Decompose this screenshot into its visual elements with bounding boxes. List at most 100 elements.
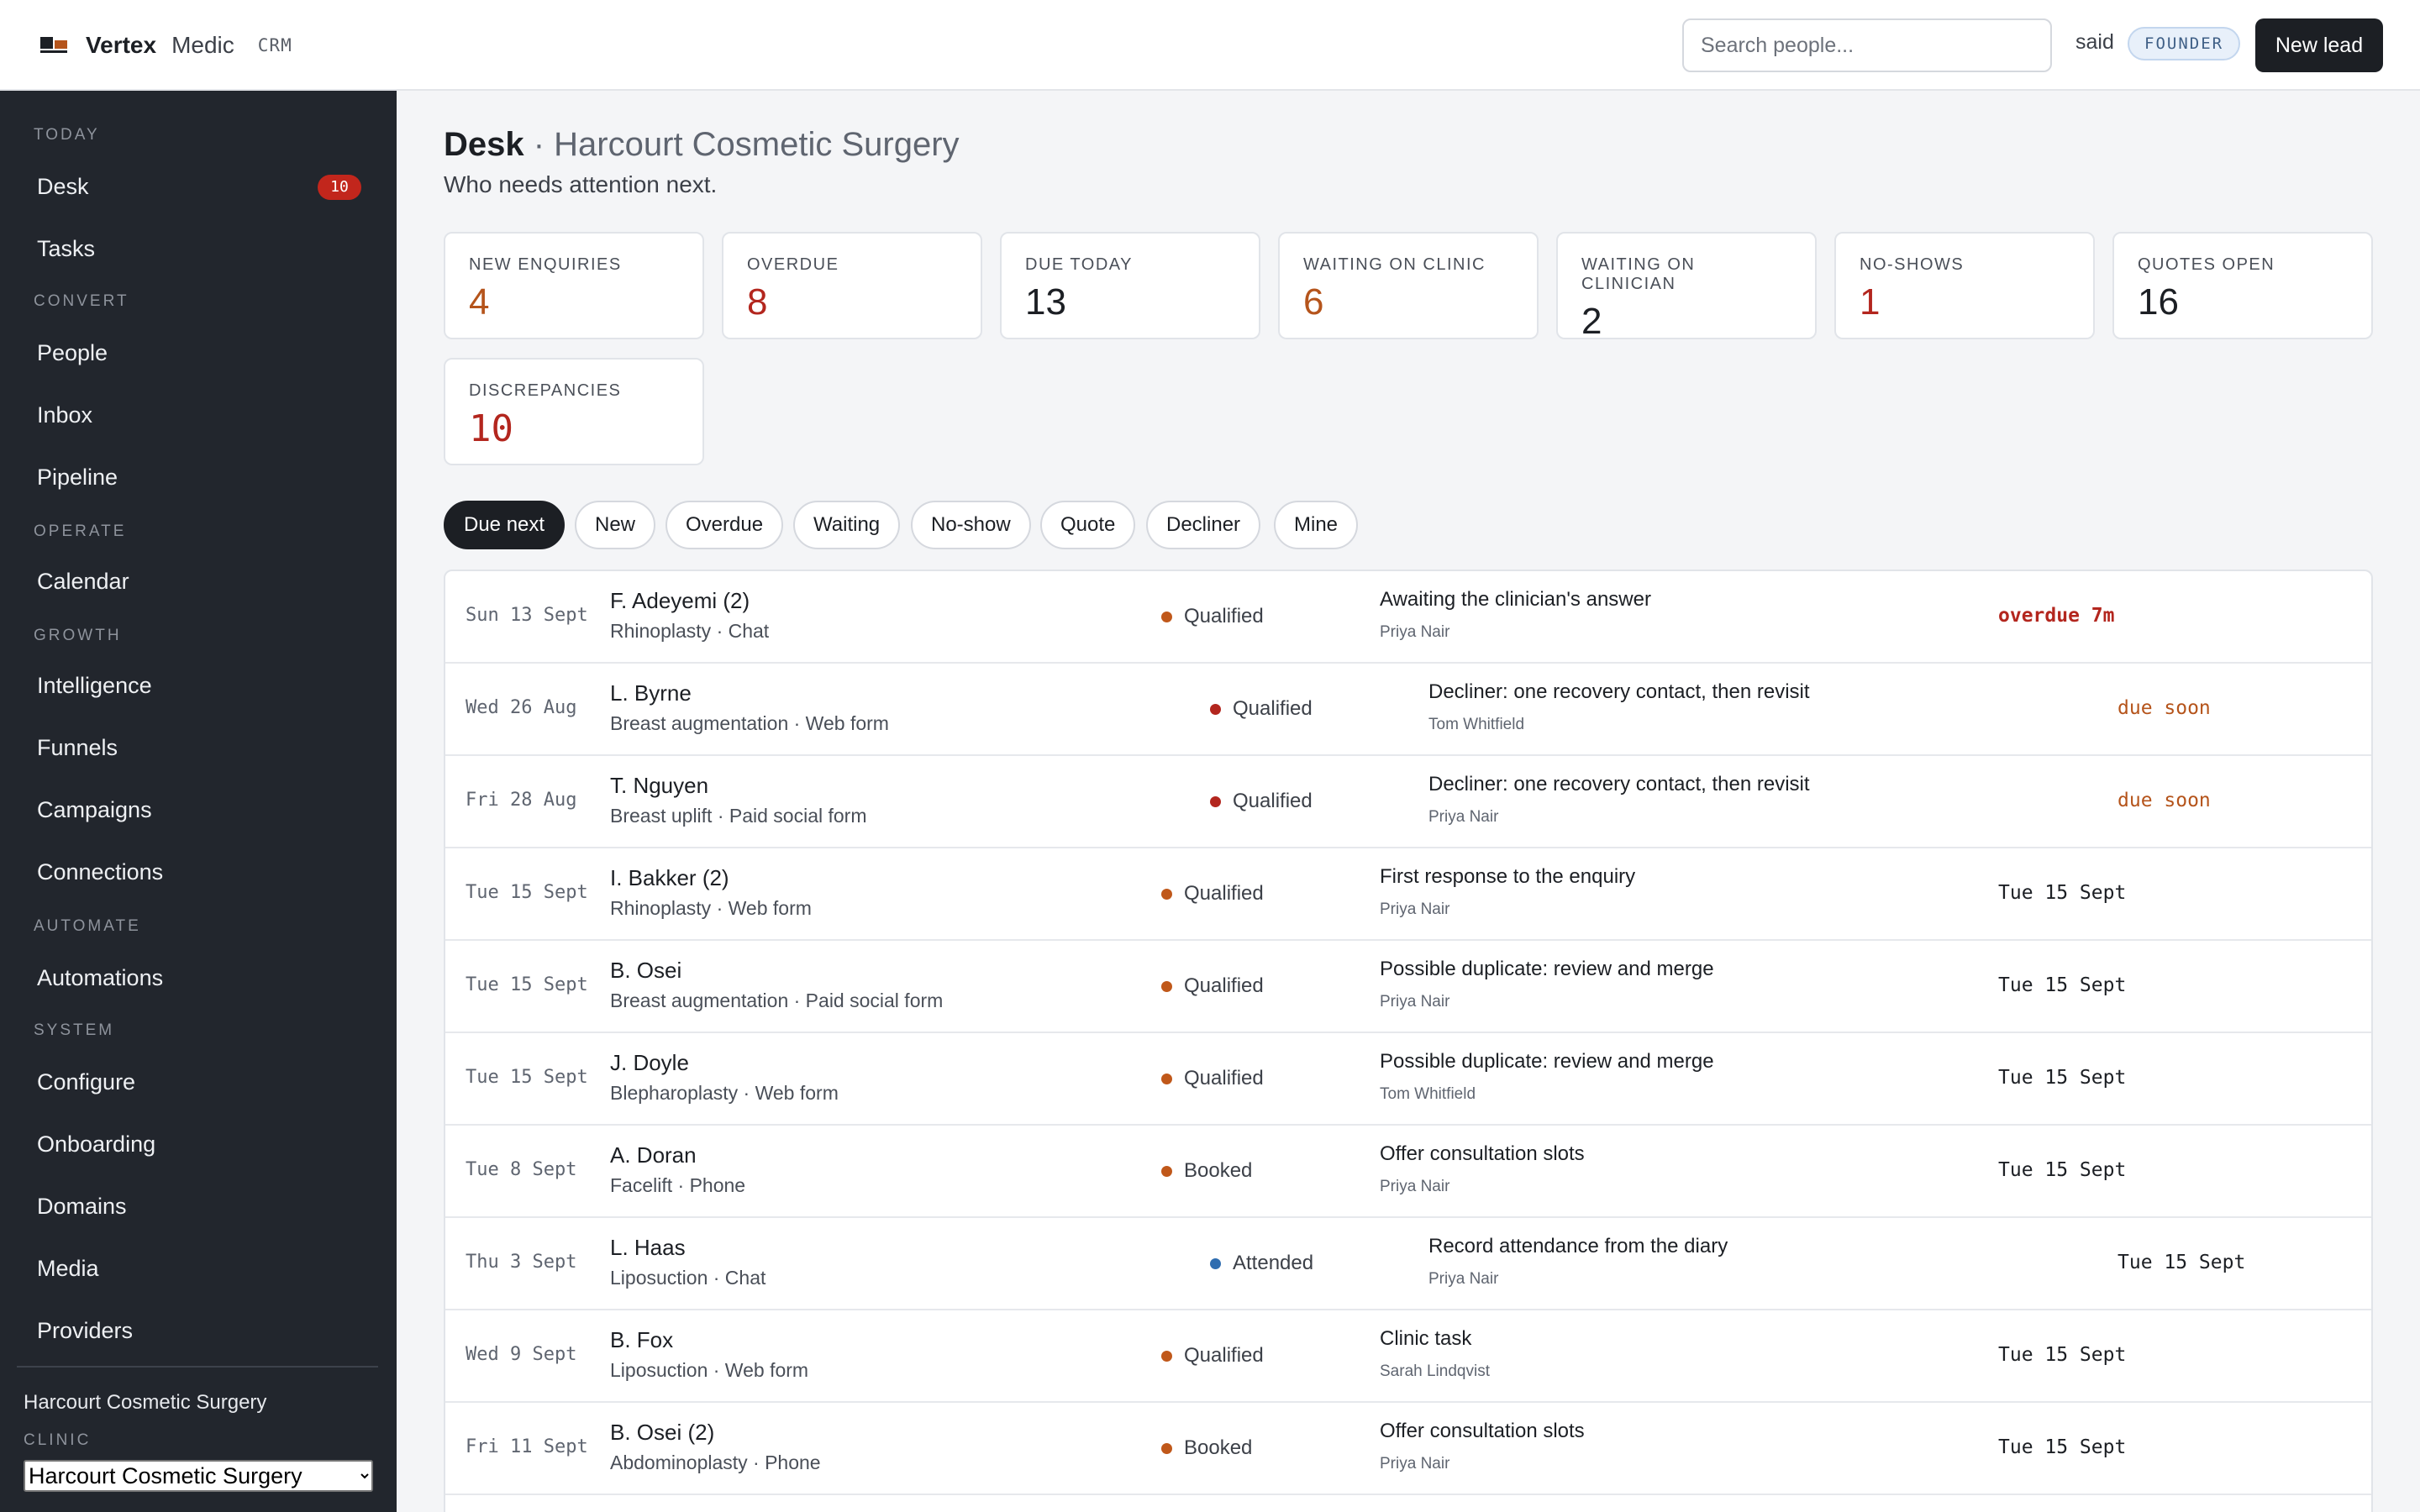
row-person-name[interactable]: A. Doran	[610, 1142, 697, 1168]
page-title-clinic: Harcourt Cosmetic Surgery	[554, 126, 960, 163]
filter-new[interactable]: New	[575, 501, 656, 549]
row-stage: Qualified	[1161, 882, 1264, 906]
table-row[interactable]: Wed 26 Aug L. Byrne Breast augmentation · …	[445, 664, 2371, 756]
sidebar-item-configure[interactable]: Configure	[17, 1055, 380, 1109]
row-owner: Priya Nair	[1428, 808, 1499, 826]
clinic-label: CLINIC	[24, 1431, 92, 1449]
filter-overdue[interactable]: Overdue	[666, 501, 784, 549]
sidebar-clinic-name: Harcourt Cosmetic Surgery	[24, 1391, 267, 1414]
filter-waiting[interactable]: Waiting	[793, 501, 901, 549]
sidebar-item-inbox[interactable]: Inbox	[17, 388, 380, 442]
row-person-name[interactable]: T. Nguyen	[610, 773, 708, 799]
row-date: Fri 11 Sept	[466, 1436, 588, 1457]
row-due: Tue 15 Sept	[1998, 882, 2127, 904]
row-stage-label: Booked	[1184, 1159, 1253, 1182]
row-procedure-source: Liposuction · Web form	[610, 1359, 809, 1381]
sidebar-item-connections[interactable]: Connections	[17, 845, 380, 899]
sidebar-item-tasks[interactable]: Tasks	[17, 222, 380, 276]
row-stage: Qualified	[1161, 1344, 1264, 1368]
row-due: Tue 15 Sept	[1998, 1436, 2127, 1458]
table-row[interactable]: Sun 13 Sept F. Adeyemi (2) Rhinoplasty · C…	[445, 571, 2371, 664]
nav-group-automate: AUTOMATE	[34, 917, 141, 935]
sidebar-item-onboarding[interactable]: Onboarding	[17, 1117, 380, 1171]
sidebar-item-domains[interactable]: Domains	[17, 1179, 380, 1233]
row-person-name[interactable]: B. Fox	[610, 1327, 673, 1353]
row-procedure-source: Abdominoplasty · Phone	[610, 1452, 821, 1473]
row-due: Tue 15 Sept	[2118, 1252, 2246, 1273]
sidebar-item-intelligence[interactable]: Intelligence	[17, 659, 380, 712]
filter-mine[interactable]: Mine	[1274, 501, 1359, 549]
stat-waiting-on-clinic[interactable]: WAITING ON CLINIC 6	[1278, 232, 1539, 339]
filter-decliner[interactable]: Decliner	[1146, 501, 1261, 549]
top-bar: Vertex Medic CRM said FOUNDER New lead	[0, 0, 2420, 91]
row-person-name[interactable]: I. Bakker (2)	[610, 865, 729, 891]
new-lead-button[interactable]: New lead	[2255, 18, 2383, 72]
row-task: Record attendance from the diary	[1428, 1235, 1728, 1257]
table-row[interactable]: Tue 8 Sept A. Doran Facelift · Phone Booked…	[445, 1126, 2371, 1218]
row-person-name[interactable]: F. Adeyemi (2)	[610, 588, 750, 614]
row-date: Tue 15 Sept	[466, 1067, 588, 1088]
stat-value: 13	[1025, 281, 1066, 323]
row-due: Tue 15 Sept	[1998, 974, 2127, 996]
row-person-name[interactable]: B. Osei	[610, 958, 681, 984]
row-person-name[interactable]: B. Osei (2)	[610, 1420, 714, 1446]
filter-due-next[interactable]: Due next	[444, 501, 566, 549]
stat-due-today[interactable]: DUE TODAY 13	[1000, 232, 1260, 339]
stat-label: QUOTES OPEN	[2138, 255, 2275, 274]
row-owner: Priya Nair	[1428, 1270, 1499, 1288]
brand[interactable]: Vertex Medic CRM	[40, 27, 292, 64]
row-owner: Priya Nair	[1380, 1178, 1450, 1195]
sidebar-item-desk[interactable]: Desk 10	[17, 160, 380, 213]
stat-label: WAITING ON CLINIC	[1303, 255, 1486, 274]
row-person-name[interactable]: J. Doyle	[610, 1050, 689, 1076]
table-row[interactable]: Fri 11 Sept B. Osei (2) Abdominoplasty · P…	[445, 1403, 2371, 1495]
row-stage-label: Qualified	[1184, 1344, 1264, 1367]
stat-overdue[interactable]: OVERDUE 8	[722, 232, 982, 339]
row-task: Awaiting the clinician's answer	[1380, 588, 1651, 611]
stat-waiting-on-clinician[interactable]: WAITING ON CLINICIAN 2	[1556, 232, 1817, 342]
sidebar-item-pipeline[interactable]: Pipeline	[17, 450, 380, 504]
sidebar-item-campaigns[interactable]: Campaigns	[17, 783, 380, 837]
sidebar-item-media[interactable]: Media	[17, 1242, 380, 1295]
row-owner: Priya Nair	[1380, 993, 1450, 1011]
stat-no-shows[interactable]: NO-SHOWS 1	[1834, 232, 2095, 339]
stat-value: 1	[1860, 281, 1881, 323]
stat-new-enquiries[interactable]: NEW ENQUIRIES 4	[444, 232, 704, 339]
row-person-name[interactable]: L. Byrne	[610, 680, 692, 706]
row-stage: Attended	[1210, 1252, 1313, 1275]
nav-group-system: SYSTEM	[34, 1021, 115, 1039]
table-row[interactable]: Tue 15 Sept J. Doyle Blepharoplasty · Web …	[445, 1033, 2371, 1126]
filter-quote[interactable]: Quote	[1040, 501, 1136, 549]
sidebar-item-automations[interactable]: Automations	[17, 951, 380, 1005]
stat-discrepancies[interactable]: DISCREPANCIES 10	[444, 358, 704, 465]
table-row[interactable]: Tue 15 Sept B. Osei Breast augmentation · …	[445, 941, 2371, 1033]
nav-group-operate: OPERATE	[34, 522, 127, 540]
row-owner: Priya Nair	[1380, 1455, 1450, 1473]
sidebar-item-funnels[interactable]: Funnels	[17, 721, 380, 774]
stage-dot-icon	[1161, 1073, 1172, 1084]
row-date: Sun 13 Sept	[466, 605, 588, 626]
user-name: said	[2075, 30, 2114, 54]
row-stage: Booked	[1161, 1436, 1252, 1460]
search-input[interactable]	[1682, 18, 2052, 72]
page-title-main: Desk	[444, 126, 524, 163]
row-person-name[interactable]: L. Haas	[610, 1235, 686, 1261]
filter-no-show[interactable]: No-show	[911, 501, 1031, 549]
row-procedure-source: Facelift · Phone	[610, 1174, 746, 1196]
table-row[interactable]: Thu 3 Sept L. Haas Liposuction · Chat Atten…	[445, 1218, 2371, 1310]
table-row[interactable]: Tue 15 Sept I. Bakker (2) Rhinoplasty · We…	[445, 848, 2371, 941]
row-procedure-source: Breast augmentation · Web form	[610, 712, 889, 734]
sidebar: TODAY Desk 10 Tasks CONVERT People Inbox…	[0, 91, 397, 1512]
sidebar-item-people[interactable]: People	[17, 326, 380, 380]
table-row[interactable]: Fri 28 Aug T. Nguyen Breast uplift · Paid …	[445, 756, 2371, 848]
stat-value: 4	[469, 281, 490, 323]
sidebar-item-calendar[interactable]: Calendar	[17, 554, 380, 608]
sidebar-item-providers[interactable]: Providers	[17, 1304, 380, 1357]
clinic-select[interactable]: Harcourt Cosmetic Surgery	[24, 1460, 373, 1492]
stat-quotes-open[interactable]: QUOTES OPEN 16	[2112, 232, 2373, 339]
table-row[interactable]: Wed 9 Sept B. Fox Liposuction · Web form Qu…	[445, 1310, 2371, 1403]
stat-label: NO-SHOWS	[1860, 255, 1965, 274]
stat-value: 6	[1303, 281, 1324, 323]
row-procedure-source: Rhinoplasty · Web form	[610, 897, 812, 919]
stage-dot-icon	[1161, 1350, 1172, 1362]
